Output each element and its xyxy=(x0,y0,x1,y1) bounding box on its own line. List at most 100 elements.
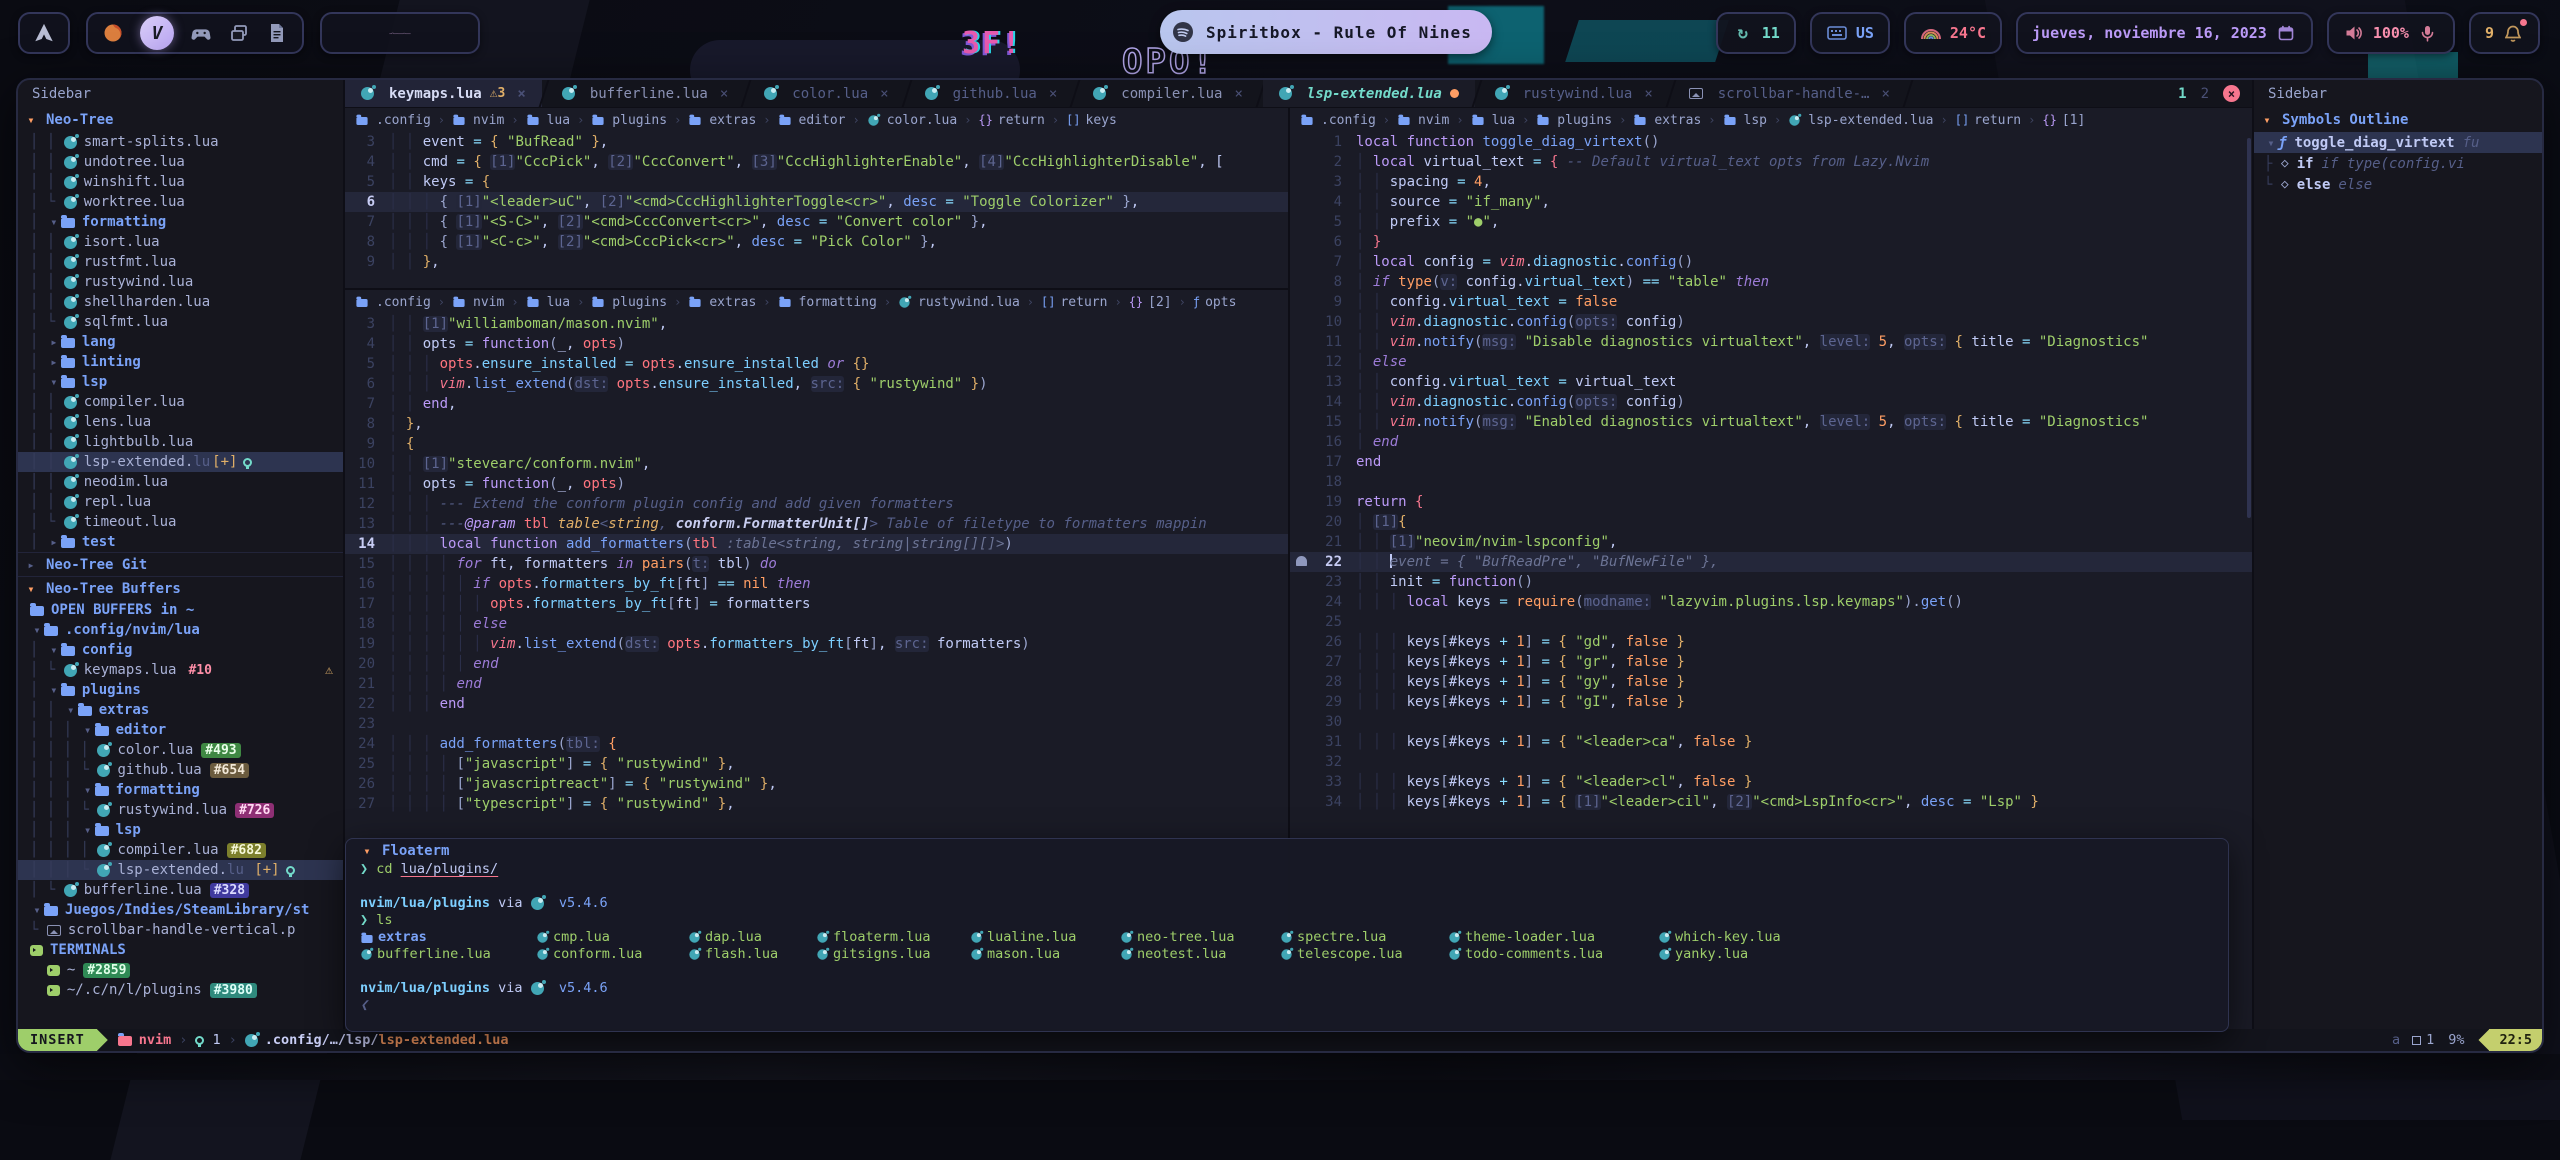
breadcrumb-item[interactable]: lsp xyxy=(1723,113,1767,128)
code-line[interactable]: 15│ │ vim.notify(msg: "Enabled diagnosti… xyxy=(1290,412,2252,432)
breadcrumb-item[interactable]: .config xyxy=(355,295,431,310)
workspace-switcher[interactable]: V xyxy=(86,12,304,54)
tree-item-lens-lua[interactable]: │ │ lens.lua xyxy=(18,412,343,432)
chevron-down-icon[interactable]: ▾ xyxy=(47,375,61,389)
code-line[interactable]: 4│ │ cmd = { [1]"CccPick", [2]"CccConver… xyxy=(345,152,1288,172)
tabpage-1[interactable]: 1 xyxy=(2178,86,2186,102)
chevron-right-icon[interactable]: ▸ xyxy=(47,535,61,549)
tree-item-rustywind-lua[interactable]: │ │ rustywind.lua xyxy=(18,272,343,292)
volume-widget[interactable]: 100% xyxy=(2327,12,2455,54)
breadcrumb-item[interactable]: .config xyxy=(1300,113,1376,128)
code-line[interactable]: 11│ │ opts = function(_, opts) xyxy=(345,474,1288,494)
clock-widget[interactable]: jueves, noviembre 16, 2023 xyxy=(2016,12,2313,54)
code-line[interactable]: 26│ │ │ │ ["javascriptreact"] = { "rusty… xyxy=(345,774,1288,794)
code-line[interactable]: 7│ │ end, xyxy=(345,394,1288,414)
breadcrumb-item[interactable]: []return xyxy=(1041,295,1107,310)
keyboard-layout-widget[interactable]: US xyxy=(1810,12,1890,54)
tree-item-isort-lua[interactable]: │ │ isort.lua xyxy=(18,232,343,252)
breadcrumb-item[interactable]: .config xyxy=(355,113,431,128)
tree-section-neo-tree-buffers[interactable]: ▾Neo-Tree Buffers xyxy=(18,576,343,600)
code-line[interactable]: 18 xyxy=(1290,472,2252,492)
code-line[interactable]: 16│ end xyxy=(1290,432,2252,452)
code-line[interactable]: 13│ │ config.virtual_text = virtual_text xyxy=(1290,372,2252,392)
breadcrumb-item[interactable]: editor xyxy=(778,113,846,128)
code-line[interactable]: 33│ │ │ keys[#keys + 1] = { "<leader>cl"… xyxy=(1290,772,2252,792)
code-line[interactable]: 3│ │ event = { "BufRead" }, xyxy=(345,132,1288,152)
breadcrumb-item[interactable]: lua xyxy=(526,295,570,310)
code-line[interactable]: 18│ │ │ │ │ else xyxy=(345,614,1288,634)
chevron-down-icon[interactable]: ▾ xyxy=(24,113,38,127)
code-line[interactable]: 22│ │ │ end xyxy=(345,694,1288,714)
tree-item-neodim-lua[interactable]: │ │ neodim.lua xyxy=(18,472,343,492)
breadcrumb-item[interactable]: color.lua xyxy=(867,113,957,128)
code-line[interactable]: 19return { xyxy=(1290,492,2252,512)
code-line[interactable]: 3│ │ [1]"williamboman/mason.nvim", xyxy=(345,314,1288,334)
tree-item-editor[interactable]: │ │ │ ▾editor xyxy=(18,720,343,740)
floaterm-terminal[interactable]: ▾ Floaterm ❯ cd lua/plugins/nvim/lua/plu… xyxy=(345,838,2229,1032)
close-tab-icon[interactable]: × xyxy=(1644,86,1652,102)
tree-item-sqlfmt-lua[interactable]: │ └ sqlfmt.lua xyxy=(18,312,343,332)
code-line[interactable]: 25 xyxy=(1290,612,2252,632)
tree-item-juegos-indies-steamlibrary-st[interactable]: ▾Juegos/Indies/SteamLibrary/st xyxy=(18,900,343,920)
code-line[interactable]: 7│ │ │ { [1]"<S-C>", [2]"<cmd>CccConvert… xyxy=(345,212,1288,232)
chevron-down-icon[interactable]: ▾ xyxy=(2260,113,2274,127)
code-line[interactable]: 14│ │ │ local function add_formatters(tb… xyxy=(345,534,1288,554)
code-line[interactable]: 30 xyxy=(1290,712,2252,732)
breadcrumb-item[interactable]: lua xyxy=(526,113,570,128)
tree-item-lsp-extended-[interactable]: │ │ lsp-extended.lu[+] xyxy=(18,452,343,472)
code-line[interactable]: 10│ │ [1]"stevearc/conform.nvim", xyxy=(345,454,1288,474)
tree-item-undotree-lua[interactable]: │ │ undotree.lua xyxy=(18,152,343,172)
code-line[interactable]: 27│ │ │ keys[#keys + 1] = { "gr", false … xyxy=(1290,652,2252,672)
breadcrumb-item[interactable]: nvim xyxy=(452,295,504,310)
tree-item-formatting[interactable]: │ ▾formatting xyxy=(18,212,343,232)
tab-color-lua[interactable]: color.lua× xyxy=(748,80,904,107)
code-line[interactable]: 4│ │ opts = function(_, opts) xyxy=(345,334,1288,354)
tree-item-shellharden-lua[interactable]: │ │ shellharden.lua xyxy=(18,292,343,312)
breadcrumb-item[interactable]: []return xyxy=(1955,113,2021,128)
outline-item-toggle_diag_virtext[interactable]: ▾ƒtoggle_diag_virtextfu xyxy=(2254,132,2542,153)
workspace-gamepad-icon[interactable] xyxy=(190,22,212,44)
code-line[interactable]: 24│ │ │ add_formatters(tbl: { xyxy=(345,734,1288,754)
close-tab-icon[interactable]: × xyxy=(1049,86,1057,102)
code-line[interactable]: 5│ │ keys = { xyxy=(345,172,1288,192)
close-tab-icon[interactable]: × xyxy=(517,86,525,102)
tree-item-winshift-lua[interactable]: │ │ winshift.lua xyxy=(18,172,343,192)
code-line[interactable]: 3│ │ spacing = 4, xyxy=(1290,172,2252,192)
code-line[interactable]: 7│ local config = vim.diagnostic.config(… xyxy=(1290,252,2252,272)
code-line[interactable]: 25│ │ │ │ ["javascript"] = { "rustywind"… xyxy=(345,754,1288,774)
breadcrumb-item[interactable]: lua xyxy=(1471,113,1515,128)
breadcrumb-item[interactable]: extras xyxy=(688,113,756,128)
editor-scrollbar[interactable] xyxy=(2247,138,2251,518)
code-line[interactable]: 9│ { xyxy=(345,434,1288,454)
close-all-button[interactable]: × xyxy=(2223,85,2240,102)
code-line[interactable]: 6│ } xyxy=(1290,232,2252,252)
workspace-firefox-icon[interactable] xyxy=(102,22,124,44)
tab-bufferline-lua[interactable]: bufferline.lua× xyxy=(546,80,744,107)
code-line[interactable]: 12│ │ │ --- Extend the conform plugin co… xyxy=(345,494,1288,514)
code-line[interactable]: 9│ │ config.virtual_text = false xyxy=(1290,292,2252,312)
code-line[interactable]: 23 xyxy=(345,714,1288,734)
code-line[interactable]: 29│ │ │ keys[#keys + 1] = { "gI", false … xyxy=(1290,692,2252,712)
breadcrumb-item[interactable]: {}return xyxy=(978,113,1044,128)
tree-item-keymaps-lua[interactable]: │ └ keymaps.lua#10⚠ xyxy=(18,660,343,680)
code-line[interactable]: 26│ │ │ keys[#keys + 1] = { "gd", false … xyxy=(1290,632,2252,652)
breadcrumb-item[interactable]: plugins xyxy=(591,295,667,310)
code-line[interactable]: 17end xyxy=(1290,452,2252,472)
tree-item-formatting[interactable]: │ │ │ ▾formatting xyxy=(18,780,343,800)
chevron-down-icon[interactable]: ▾ xyxy=(81,723,95,737)
chevron-down-icon[interactable]: ▾ xyxy=(47,215,61,229)
app-launcher-button[interactable] xyxy=(18,12,70,54)
weather-widget[interactable]: 24°C xyxy=(1904,12,2002,54)
code-line[interactable]: 8│ }, xyxy=(345,414,1288,434)
code-line[interactable]: 1local function toggle_diag_virtext() xyxy=(1290,132,2252,152)
tree-item-terminals[interactable]: TERMINALS xyxy=(18,940,343,960)
breadcrumb-item[interactable]: extras xyxy=(1633,113,1701,128)
tree-item--config-nvim-lua[interactable]: ▾.config/nvim/lua xyxy=(18,620,343,640)
tab-scrollbar-handle-[interactable]: scrollbar-handle-…× xyxy=(1673,80,1906,107)
tree-item-extras[interactable]: │ │ ▾extras xyxy=(18,700,343,720)
close-tab-icon[interactable]: × xyxy=(880,86,888,102)
chevron-down-icon[interactable]: ▾ xyxy=(81,783,95,797)
tree-item-worktree-lua[interactable]: │ └ worktree.lua xyxy=(18,192,343,212)
code-line[interactable]: 20│ │ │ │ │ end xyxy=(345,654,1288,674)
close-tab-icon[interactable]: × xyxy=(1881,86,1889,102)
